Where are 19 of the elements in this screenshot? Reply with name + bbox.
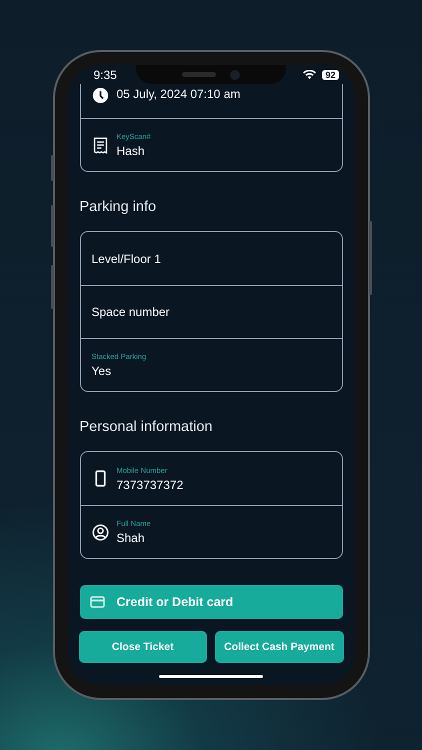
- field-value: Yes: [92, 364, 112, 378]
- clock-icon: [92, 87, 108, 104]
- field-value: 05 July, 2024 07:10 am: [116, 87, 240, 101]
- receipt-icon: [92, 136, 108, 154]
- field-row[interactable]: Space number: [80, 285, 342, 338]
- field-value: Shah: [116, 531, 146, 545]
- field-row[interactable]: 05 July, 2024 07:10 am: [80, 84, 342, 118]
- field-row[interactable]: Level/Floor 1: [80, 232, 342, 285]
- field-value: Space number: [92, 305, 170, 319]
- section-title: Parking info: [80, 199, 158, 215]
- field-value: 7373737372: [116, 478, 184, 492]
- field-value: Level/Floor 1: [92, 252, 161, 266]
- wifi-icon: [303, 70, 316, 80]
- field-value: Hash: [116, 144, 146, 158]
- battery-level: 92: [322, 70, 338, 80]
- credit-card-icon: [90, 596, 104, 608]
- status-time: 9:35: [94, 68, 117, 82]
- user-icon: [92, 524, 108, 540]
- section-title: Personal information: [80, 419, 214, 435]
